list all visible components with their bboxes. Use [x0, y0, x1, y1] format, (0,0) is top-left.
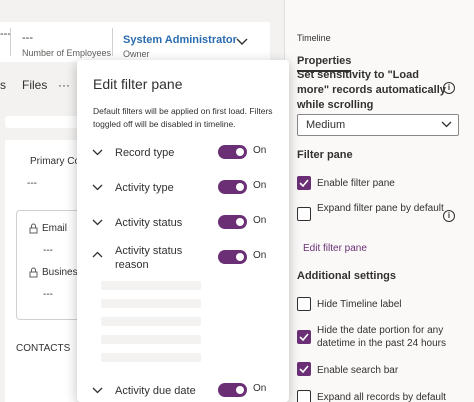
info-icon[interactable]: i — [443, 210, 455, 222]
header-divider — [10, 28, 11, 56]
expand-filter-pane-label: Expand filter pane by default — [317, 203, 444, 214]
hide-date-portion-text: Hide the date portion for any datetime i… — [317, 325, 446, 349]
chevron-down-icon — [441, 121, 452, 128]
expand-all-records-checkbox[interactable] — [297, 390, 311, 402]
owner-link[interactable]: System Administrator — [123, 34, 237, 46]
loading-placeholder — [101, 281, 201, 290]
filter-label: Activity due date — [115, 385, 196, 397]
lock-icon — [29, 267, 38, 278]
toggle-state: On — [253, 215, 267, 226]
filter-row-activity-status: Activity status On — [77, 212, 289, 236]
checkmark-icon — [299, 365, 309, 373]
enable-search-bar-checkbox[interactable] — [297, 362, 311, 376]
additional-settings-heading: Additional settings — [297, 270, 396, 282]
loading-placeholder — [101, 317, 201, 326]
owner-label: Owner — [123, 49, 150, 59]
chevron-down-icon[interactable] — [92, 387, 103, 394]
popup-title: Edit filter pane — [93, 76, 183, 92]
primary-contact-label: Primary Co — [30, 156, 81, 167]
employees-value: --- — [22, 32, 33, 44]
more-tabs-icon[interactable]: ··· — [58, 78, 70, 92]
filter-label: Activity type — [115, 182, 174, 194]
filter-toggle[interactable] — [218, 383, 247, 397]
email-value: --- — [43, 245, 53, 256]
business-value: --- — [43, 289, 53, 300]
filter-toggle[interactable] — [218, 145, 247, 159]
sensitivity-value: Medium — [306, 119, 346, 131]
chevron-down-icon[interactable] — [92, 219, 103, 226]
employees-label: Number of Employees — [22, 48, 112, 58]
contacts-heading: CONTACTS — [16, 343, 71, 354]
sensitivity-select[interactable]: Medium — [297, 114, 459, 136]
checkmark-icon — [299, 179, 309, 187]
filter-toggle[interactable] — [218, 180, 247, 194]
hide-date-portion-checkbox[interactable] — [297, 330, 311, 344]
header-divider — [112, 28, 113, 56]
enable-search-bar-text: Enable search bar — [317, 365, 399, 376]
enable-filter-pane-checkbox[interactable] — [297, 176, 311, 190]
timeline-properties-pane: Timeline Properties Set sensitivity to "… — [284, 0, 474, 402]
toggle-state: On — [253, 145, 267, 156]
edit-filter-pane-link[interactable]: Edit filter pane — [303, 243, 367, 254]
edit-filter-pane-popup: Edit filter pane Default filters will be… — [77, 60, 289, 402]
chevron-down-icon[interactable] — [92, 149, 103, 156]
chevron-up-icon[interactable] — [92, 251, 103, 258]
toggle-state: On — [253, 383, 267, 394]
filter-label: Activity status reason — [115, 245, 183, 271]
filter-label: Activity status — [115, 217, 183, 229]
expand-all-records-text: Expand all records by default — [317, 392, 446, 402]
popup-description: Default filters will be applied on first… — [93, 106, 273, 129]
loading-placeholder — [101, 353, 201, 362]
record-header: --- --- Number of Employees System Admin… — [0, 22, 270, 62]
chevron-down-icon[interactable] — [92, 184, 103, 191]
tab-summary[interactable]: s — [0, 78, 6, 92]
filter-row-activity-status-reason: Activity status reason On — [77, 240, 289, 276]
hide-timeline-label-checkbox[interactable] — [297, 297, 311, 311]
checkmark-icon — [299, 333, 309, 341]
loading-placeholder — [101, 335, 201, 344]
filter-pane-heading: Filter pane — [297, 149, 353, 161]
tab-files[interactable]: Files — [22, 78, 47, 92]
toggle-state: On — [253, 250, 267, 261]
chevron-down-icon[interactable] — [236, 38, 248, 46]
info-icon[interactable]: i — [443, 82, 455, 94]
toggle-state: On — [253, 180, 267, 191]
filter-toggle[interactable] — [218, 215, 247, 229]
hide-timeline-label-text: Hide Timeline label — [317, 299, 402, 310]
email-label: Email — [42, 223, 68, 234]
filter-label: Record type — [115, 147, 175, 159]
filter-row-activity-due-date: Activity due date On — [77, 380, 289, 402]
primary-contact-value: --- — [27, 178, 37, 189]
lock-icon — [29, 223, 38, 234]
enable-filter-pane-label: Enable filter pane — [317, 178, 395, 189]
filter-row-record-type: Record type On — [77, 142, 289, 166]
filter-row-activity-type: Activity type On — [77, 177, 289, 201]
expand-filter-pane-checkbox[interactable] — [297, 207, 311, 221]
pane-title: Timeline — [297, 33, 331, 43]
loading-placeholder — [101, 299, 201, 308]
sensitivity-label: Set sensitivity to "Load more" records a… — [297, 69, 446, 111]
filter-toggle[interactable] — [218, 250, 247, 264]
